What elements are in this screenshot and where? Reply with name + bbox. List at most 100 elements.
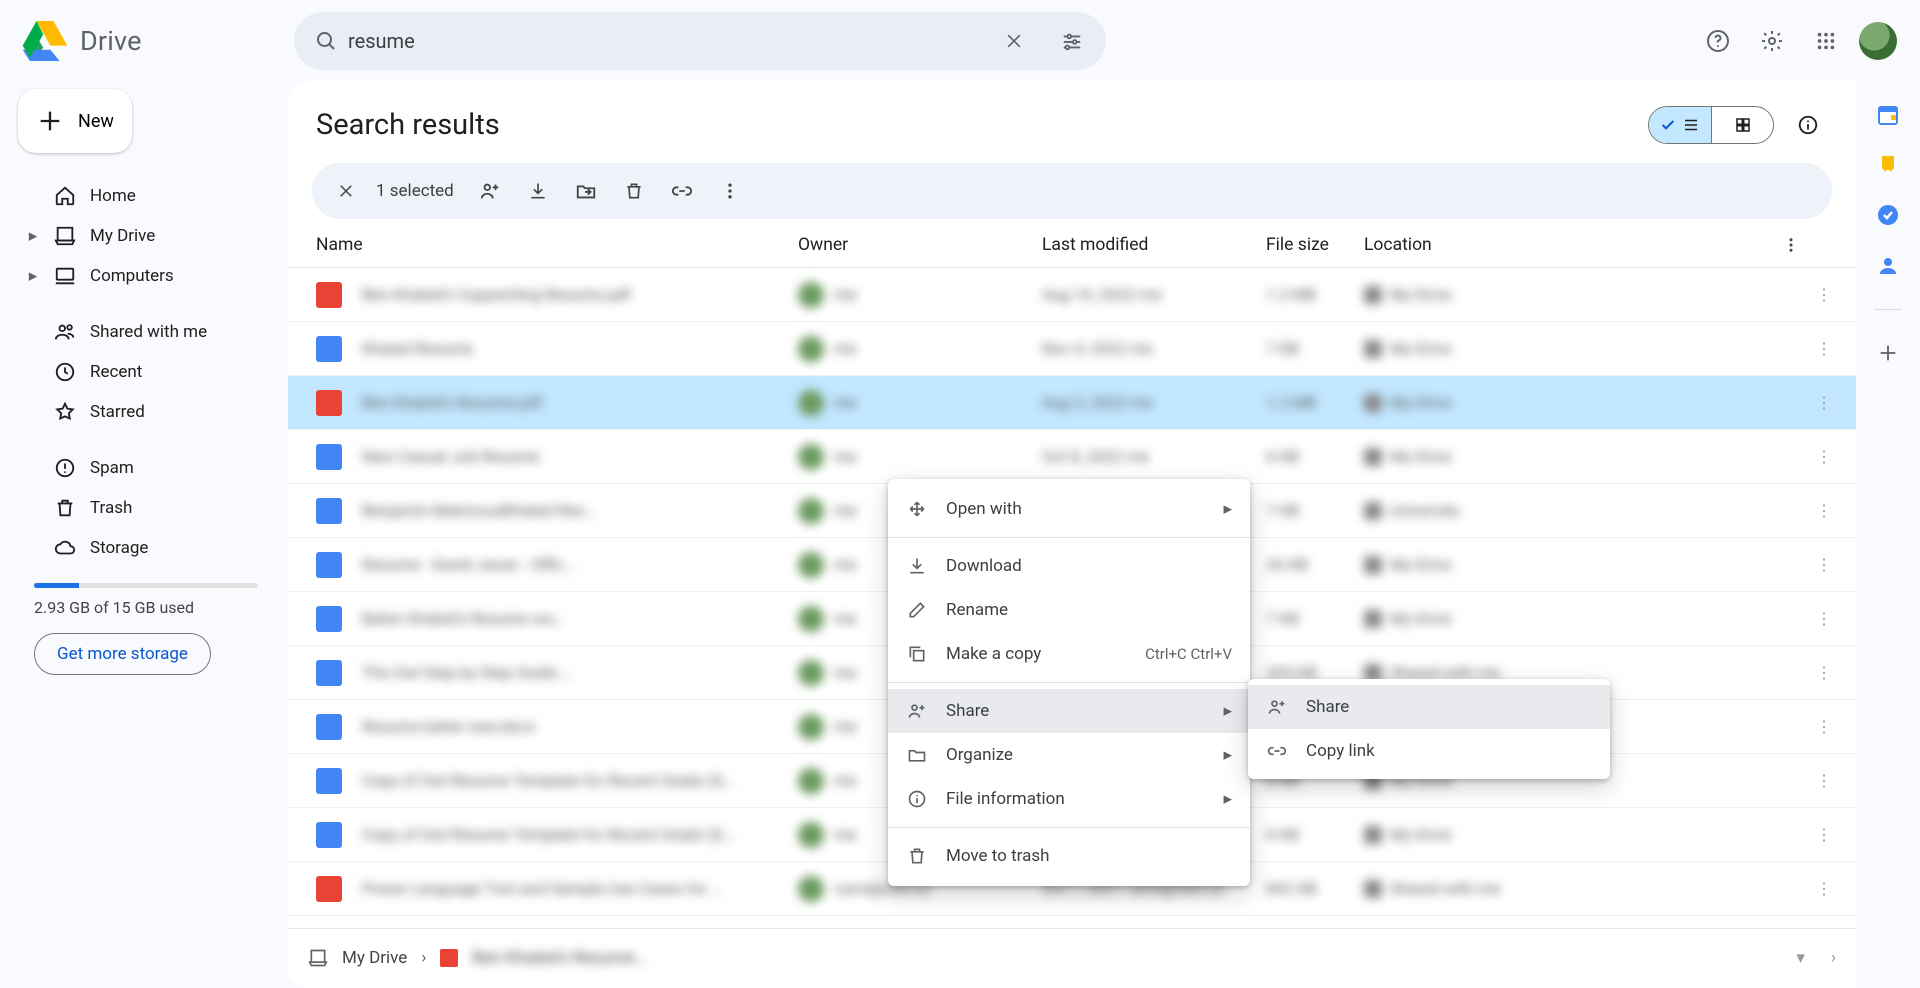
get-more-storage-button[interactable]: Get more storage [34, 633, 211, 675]
nav-spam[interactable]: Spam [18, 449, 274, 487]
row-more-icon[interactable]: ⋮ [1782, 609, 1832, 628]
col-modified[interactable]: Last modified [1042, 235, 1266, 255]
doc-file-icon [316, 660, 342, 686]
owner-avatar-icon [798, 498, 824, 524]
file-name: Khaled Resume [362, 339, 473, 358]
new-button-label: New [78, 111, 114, 132]
owner-avatar-icon [798, 768, 824, 794]
row-more-icon[interactable]: ⋮ [1782, 663, 1832, 682]
keep-icon[interactable] [1876, 153, 1900, 177]
move-icon[interactable] [564, 169, 608, 213]
row-more-icon[interactable]: ⋮ [1782, 717, 1832, 736]
doc-file-icon [316, 444, 342, 470]
file-name: Benjamin MahmoudKhaled Res… [362, 501, 595, 520]
col-location[interactable]: Location [1364, 235, 1782, 255]
topbar-actions [1694, 17, 1900, 65]
table-row[interactable]: Khaled Resume me Nov 4, 2022 me 7 KB My … [288, 322, 1856, 376]
doc-file-icon [316, 822, 342, 848]
table-row[interactable]: Ben Khaled's Copywriting Resume.pdf me A… [288, 268, 1856, 322]
chevron-right-icon: ▸ [1223, 499, 1232, 519]
drive-brand[interactable]: Drive [20, 16, 280, 66]
ctx-organize[interactable]: Organize ▸ [888, 733, 1250, 777]
col-owner[interactable]: Owner [798, 235, 1042, 255]
row-more-icon[interactable]: ⋮ [1782, 339, 1832, 358]
chevron-down-icon[interactable]: ▾ [1796, 948, 1805, 968]
apps-icon[interactable] [1802, 17, 1850, 65]
add-addon-icon[interactable] [1877, 342, 1899, 364]
row-more-icon[interactable]: ⋮ [1782, 555, 1832, 574]
ctx-file-info[interactable]: File information ▸ [888, 777, 1250, 821]
ctx-make-copy[interactable]: Make a copy Ctrl+C Ctrl+V [888, 632, 1250, 676]
calendar-icon[interactable] [1876, 103, 1900, 127]
nav-shared[interactable]: Shared with me [18, 313, 274, 351]
col-actions[interactable] [1782, 236, 1832, 254]
storage-section: 2.93 GB of 15 GB used Get more storage [18, 579, 274, 675]
col-size[interactable]: File size [1266, 235, 1364, 255]
brand-name: Drive [80, 25, 142, 57]
share-icon [1266, 697, 1288, 717]
table-row[interactable]: Ben Khaled's Resume.pdf me Aug 3, 2022 m… [288, 376, 1856, 430]
drive-small-icon [308, 948, 328, 968]
left-nav: New Home ▸My Drive ▸Computers Shared wit… [0, 81, 288, 988]
doc-file-icon [316, 336, 342, 362]
submenu-copylink[interactable]: Copy link [1248, 729, 1610, 773]
account-avatar[interactable] [1856, 19, 1900, 63]
submenu-share[interactable]: Share [1248, 685, 1610, 729]
search-input[interactable] [348, 29, 980, 53]
row-more-icon[interactable]: ⋮ [1782, 285, 1832, 304]
table-row[interactable]: New Casual Job Resume me Oct 8, 2022 me … [288, 430, 1856, 484]
tasks-icon[interactable] [1876, 203, 1900, 227]
pdf-small-icon [440, 949, 458, 967]
file-name: Copy of Owl Resume Template for Recent G… [362, 771, 734, 790]
download-icon[interactable] [516, 169, 560, 213]
breadcrumb-file[interactable]: Ben Khaled's Resume… [472, 948, 645, 968]
main-header: Search results [288, 81, 1856, 153]
share-icon[interactable] [468, 169, 512, 213]
row-more-icon[interactable]: ⋮ [1782, 393, 1832, 412]
ctx-move-trash[interactable]: Move to trash [888, 834, 1250, 878]
ctx-open-with[interactable]: Open with ▸ [888, 487, 1250, 531]
link-icon[interactable] [660, 169, 704, 213]
nav-storage[interactable]: Storage [18, 529, 274, 567]
side-panel [1856, 81, 1920, 988]
nav-home[interactable]: Home [18, 177, 274, 215]
chevron-right-icon: ▸ [1223, 701, 1232, 721]
clear-selection-icon[interactable] [324, 169, 368, 213]
info-icon[interactable] [1788, 105, 1828, 145]
row-more-icon[interactable]: ⋮ [1782, 771, 1832, 790]
pdf-file-icon [316, 876, 342, 902]
more-icon[interactable] [708, 169, 752, 213]
list-view-button[interactable] [1649, 107, 1711, 143]
breadcrumb-root[interactable]: My Drive [342, 948, 407, 968]
grid-view-button[interactable] [1711, 107, 1773, 143]
file-name: Ben Khaled's Resume.pdf [362, 393, 542, 412]
col-name[interactable]: Name [316, 235, 798, 255]
contacts-icon[interactable] [1876, 253, 1900, 277]
new-button[interactable]: New [18, 89, 132, 153]
delete-icon[interactable] [612, 169, 656, 213]
search-options-icon[interactable] [1048, 17, 1096, 65]
nav-recent[interactable]: Recent [18, 353, 274, 391]
row-more-icon[interactable]: ⋮ [1782, 501, 1832, 520]
nav-starred[interactable]: Starred [18, 393, 274, 431]
row-more-icon[interactable]: ⋮ [1782, 447, 1832, 466]
nav-trash[interactable]: Trash [18, 489, 274, 527]
clear-search-icon[interactable] [990, 17, 1038, 65]
row-more-icon[interactable]: ⋮ [1782, 879, 1832, 898]
ctx-rename[interactable]: Rename [888, 588, 1250, 632]
body: New Home ▸My Drive ▸Computers Shared wit… [0, 81, 1920, 988]
table-header: Name Owner Last modified File size Locat… [288, 219, 1856, 268]
nav-mydrive[interactable]: ▸My Drive [18, 217, 274, 255]
drive-logo-icon [20, 16, 70, 66]
nav-computers[interactable]: ▸Computers [18, 257, 274, 295]
row-more-icon[interactable]: ⋮ [1782, 825, 1832, 844]
help-icon[interactable] [1694, 17, 1742, 65]
ctx-download[interactable]: Download [888, 544, 1250, 588]
file-name: The Owl Step by Step Guide … [362, 663, 572, 682]
selection-toolbar: 1 selected [312, 163, 1832, 219]
search-icon [314, 29, 338, 53]
ctx-share[interactable]: Share ▸ [888, 689, 1250, 733]
chevron-right-icon[interactable]: › [1831, 948, 1836, 968]
search-box[interactable] [294, 12, 1106, 70]
settings-icon[interactable] [1748, 17, 1796, 65]
